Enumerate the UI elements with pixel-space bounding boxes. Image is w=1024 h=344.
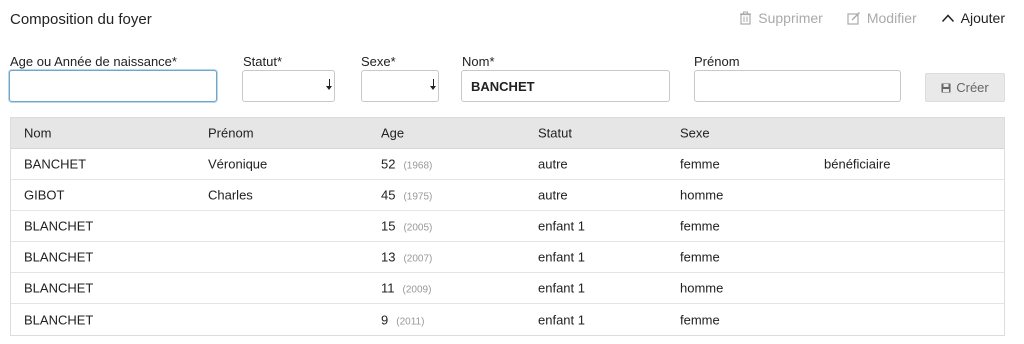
cell-statut: autre (538, 187, 568, 203)
birth-year: (2009) (402, 284, 432, 296)
cell-statut: autre (538, 156, 568, 172)
household-table: Nom Prénom Age Statut Sexe BANCHET Véron… (10, 117, 1005, 336)
table-row[interactable]: BANCHET Véronique 52 (1968) autre femme b… (11, 149, 1004, 180)
statut-label: Statut* (243, 54, 283, 69)
birth-year: (1968) (403, 160, 433, 172)
cell-age: 9 (2011) (381, 312, 424, 327)
header-statut[interactable]: Statut (538, 126, 572, 141)
cell-age: 45 (1975) (381, 188, 432, 203)
birth-year: (2005) (403, 222, 433, 234)
table-row[interactable]: BLANCHET 11 (2009) enfant 1 homme (11, 273, 1004, 304)
cell-sexe: femme (680, 312, 720, 327)
age-input[interactable] (9, 70, 217, 102)
table-row[interactable]: BLANCHET 13 (2007) enfant 1 femme (11, 242, 1004, 273)
age-value: 11 (381, 280, 395, 296)
age-label: Age ou Année de naissance* (10, 54, 177, 69)
cell-nom: BLANCHET (24, 280, 94, 296)
age-value: 13 (381, 249, 396, 265)
sexe-select[interactable] (361, 70, 439, 102)
cell-role: bénéficiaire (824, 156, 891, 172)
nom-label: Nom* (462, 54, 495, 69)
cell-statut: enfant 1 (538, 249, 585, 265)
cell-prenom: Charles (208, 187, 253, 203)
prenom-input[interactable] (694, 70, 901, 102)
cell-statut: enfant 1 (538, 280, 585, 296)
cell-sexe: femme (680, 156, 720, 172)
birth-year: (2007) (403, 253, 433, 265)
cell-age: 11 (2009) (381, 281, 431, 296)
age-value: 9 (381, 312, 389, 327)
nom-input[interactable] (461, 70, 670, 102)
create-label: Créer (956, 80, 989, 95)
header-nom[interactable]: Nom (24, 126, 51, 141)
delete-button[interactable]: Supprimer (739, 10, 823, 26)
header-actions: Supprimer Modifier Ajouter (715, 10, 1005, 26)
add-button[interactable]: Ajouter (941, 10, 1005, 26)
cell-sexe: homme (680, 187, 724, 203)
cell-nom: BANCHET (24, 156, 87, 172)
page-title: Composition du foyer (10, 11, 152, 28)
save-icon (941, 83, 951, 92)
table-header: Nom Prénom Age Statut Sexe (11, 118, 1004, 149)
create-button[interactable]: Créer (925, 73, 1005, 102)
cell-statut: enfant 1 (538, 218, 585, 234)
sexe-label: Sexe* (361, 54, 396, 69)
prenom-label: Prénom (694, 54, 740, 69)
cell-prenom: Véronique (208, 156, 268, 172)
age-value: 52 (381, 156, 396, 172)
cell-nom: GIBOT (24, 187, 65, 203)
birth-year: (2011) (396, 316, 425, 327)
header-sexe[interactable]: Sexe (680, 126, 710, 141)
edit-label: Modifier (866, 10, 917, 26)
statut-select[interactable] (242, 70, 335, 102)
cell-nom: BLANCHET (24, 218, 94, 234)
header-age[interactable]: Age (381, 126, 404, 141)
edit-icon (847, 12, 860, 25)
table-row[interactable]: BLANCHET 15 (2005) enfant 1 femme (11, 211, 1004, 242)
cell-statut: enfant 1 (538, 312, 585, 327)
table-row[interactable]: GIBOT Charles 45 (1975) autre homme (11, 180, 1004, 211)
age-value: 15 (381, 218, 396, 234)
delete-label: Supprimer (758, 10, 823, 26)
age-value: 45 (381, 187, 396, 203)
panel-header: Composition du foyer Supprimer Modifier (10, 8, 1005, 32)
cell-age: 15 (2005) (381, 219, 432, 234)
cell-sexe: femme (680, 249, 720, 265)
cell-nom: BLANCHET (24, 312, 94, 327)
chevron-down-icon (430, 86, 436, 90)
edit-button[interactable]: Modifier (847, 10, 917, 26)
chevron-up-icon (941, 14, 954, 23)
cell-sexe: homme (680, 280, 724, 296)
trash-icon (740, 11, 752, 25)
header-prenom[interactable]: Prénom (208, 126, 254, 141)
cell-sexe: femme (680, 218, 720, 234)
cell-age: 52 (1968) (381, 157, 432, 172)
chevron-down-icon (326, 86, 332, 90)
cell-age: 13 (2007) (381, 250, 432, 265)
add-label: Ajouter (960, 10, 1005, 26)
birth-year: (1975) (403, 191, 433, 203)
cell-nom: BLANCHET (24, 249, 94, 265)
table-row[interactable]: BLANCHET 9 (2011) enfant 1 femme (11, 304, 1004, 335)
